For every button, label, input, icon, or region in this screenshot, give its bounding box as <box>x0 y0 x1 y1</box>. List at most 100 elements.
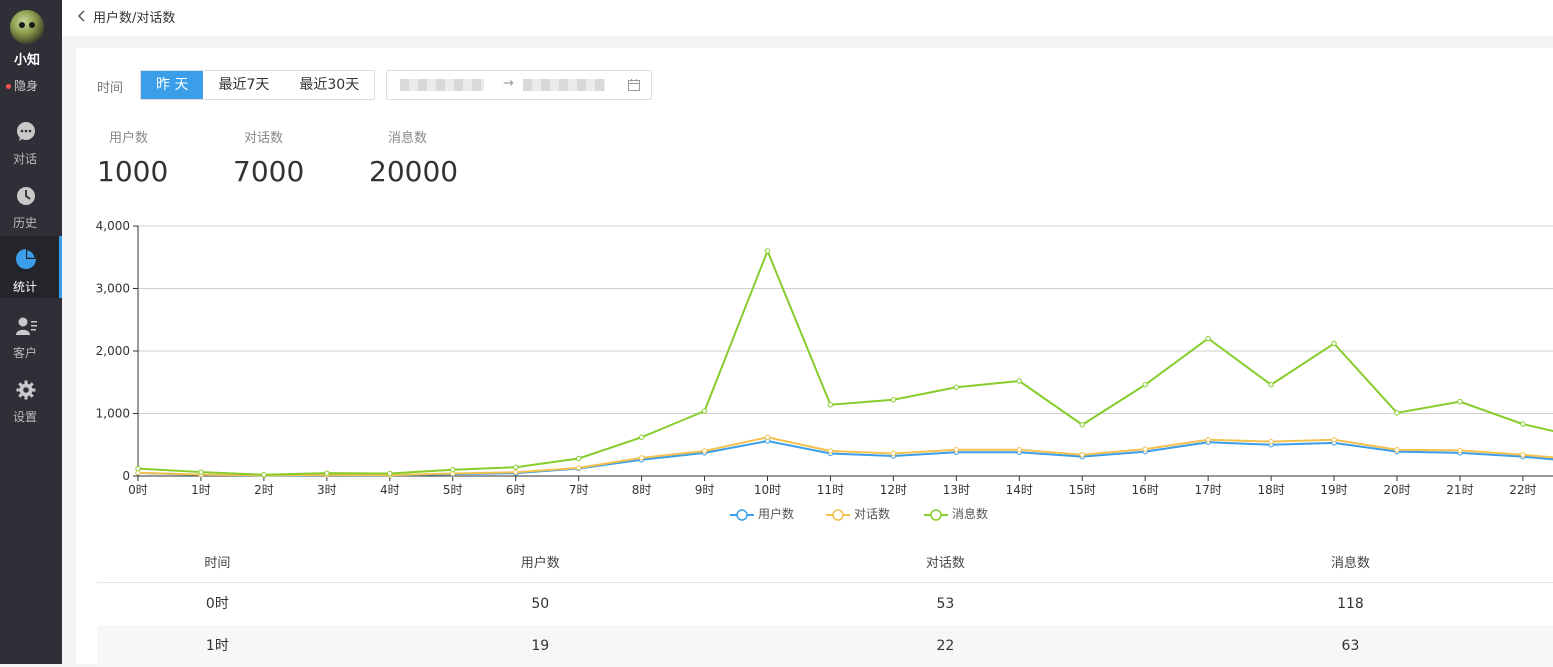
table-row: 1时 19 22 63 <box>97 625 1553 667</box>
data-point <box>1268 438 1274 445</box>
table-cell: 1时 <box>205 638 229 654</box>
sidebar-item-label: 设置 <box>12 410 37 424</box>
data-point <box>1457 398 1463 405</box>
x-tick-label: 14时 <box>1006 483 1033 497</box>
sidebar-item-settings[interactable]: 设置 <box>0 370 62 432</box>
x-tick-label: 17时 <box>1195 483 1222 497</box>
time-range-selector: 昨 天 最近7天 最近30天 <box>140 70 376 100</box>
breadcrumb: 用户数/对话数 <box>93 11 176 26</box>
legend-item[interactable]: 用户数 <box>730 505 794 522</box>
avatar[interactable] <box>10 10 44 44</box>
stat-value-users: 1000 <box>97 155 169 188</box>
clock-icon <box>17 187 35 205</box>
x-tick-label: 3时 <box>317 483 337 497</box>
x-tick-label: 5时 <box>443 483 463 497</box>
x-tick-label: 6时 <box>506 483 526 497</box>
column-header-users: 用户数 <box>520 556 560 571</box>
sidebar: 小知 隐身 对话 历史 统计 客户 设置 <box>0 0 62 664</box>
legend-swatch-icon <box>924 508 948 521</box>
legend-item[interactable]: 消息数 <box>924 505 988 522</box>
sidebar-item-chat[interactable]: 对话 <box>0 112 62 174</box>
y-tick-label: 4,000 <box>96 219 130 233</box>
line-chart: 0 1,000 2,000 3,000 4,000 0时 1时 2时 3时 4时 5时 6时 7时 8时 9… <box>96 219 1553 497</box>
column-header-time: 时间 <box>204 556 231 571</box>
data-point <box>513 469 519 475</box>
column-header-conversations: 对话数 <box>925 556 965 571</box>
sidebar-item-label: 对话 <box>12 152 37 166</box>
data-point <box>890 397 897 403</box>
series-line-0 <box>138 439 1553 477</box>
table-header: 时间 用户数 对话数 消息数 <box>97 546 1553 583</box>
sidebar-item-history[interactable]: 历史 <box>0 176 62 238</box>
table-cell: 63 <box>1341 638 1360 654</box>
top-bar: 用户数/对话数 <box>62 0 1553 36</box>
data-table: 时间 用户数 对话数 消息数 0时 50 53 118 1时 19 22 63 <box>97 546 1553 667</box>
x-tick-label: 0时 <box>128 483 148 497</box>
time-filter-label: 时间 <box>97 81 124 96</box>
data-point <box>324 470 330 476</box>
status-indicator[interactable]: 隐身 <box>6 77 38 94</box>
legend-label: 消息数 <box>952 507 989 521</box>
table-row: 0时 50 53 118 <box>97 583 1553 625</box>
sidebar-item-customers[interactable]: 客户 <box>0 306 62 368</box>
data-point <box>575 455 582 462</box>
legend-swatch-icon <box>826 508 850 521</box>
x-tick-label: 20时 <box>1383 483 1410 497</box>
y-tick-label: 1,000 <box>96 407 130 421</box>
data-point <box>638 455 645 461</box>
x-tick-label: 11时 <box>817 483 844 497</box>
table-cell: 53 <box>936 596 955 612</box>
customer-icon <box>16 317 37 335</box>
x-tick-label: 15时 <box>1069 483 1096 497</box>
status-dot-icon <box>6 84 11 89</box>
data-point <box>953 447 960 453</box>
calendar-icon[interactable] <box>627 78 641 92</box>
y-tick-label: 3,000 <box>96 282 130 296</box>
column-header-messages: 消息数 <box>1330 556 1370 571</box>
user-name: 小知 <box>13 53 40 68</box>
x-tick-label: 2时 <box>254 483 274 497</box>
range-option-30days[interactable]: 最近30天 <box>284 71 374 99</box>
data-point <box>1079 422 1085 428</box>
data-point <box>1142 446 1148 452</box>
table-cell: 0时 <box>205 596 229 612</box>
table-cell: 22 <box>936 638 955 654</box>
data-point <box>1457 447 1463 454</box>
data-point <box>450 467 456 473</box>
data-point <box>638 434 645 440</box>
x-tick-label: 19时 <box>1320 483 1347 497</box>
data-point <box>1520 452 1526 458</box>
x-tick-label: 8时 <box>632 483 652 497</box>
data-point <box>1331 340 1337 347</box>
data-point <box>1205 335 1211 342</box>
stat-label-conversations: 对话数 <box>244 131 284 146</box>
chevron-left-icon[interactable] <box>76 9 88 23</box>
legend-swatch-icon <box>730 508 754 521</box>
x-tick-label: 13时 <box>943 483 970 497</box>
data-point <box>1205 437 1211 443</box>
start-date-redacted <box>400 79 484 91</box>
x-tick-label: 4时 <box>380 483 400 497</box>
legend-item[interactable]: 对话数 <box>826 505 890 522</box>
data-point <box>1142 382 1148 388</box>
date-range-picker[interactable]: → <box>386 70 652 100</box>
range-option-7days[interactable]: 最近7天 <box>203 71 284 99</box>
data-point <box>1520 421 1526 427</box>
data-point <box>575 465 582 471</box>
data-point <box>764 248 771 254</box>
x-tick-label: 16时 <box>1132 483 1159 497</box>
data-point <box>1016 378 1022 384</box>
data-point <box>1394 410 1400 416</box>
sidebar-item-statistics[interactable]: 统计 <box>0 236 62 298</box>
data-point <box>764 434 771 440</box>
data-point <box>701 448 708 454</box>
data-point <box>827 448 834 454</box>
data-point <box>261 472 267 478</box>
data-point <box>701 408 708 414</box>
data-point <box>827 402 834 408</box>
end-date-redacted <box>523 79 605 91</box>
x-tick-label: 18时 <box>1257 483 1284 497</box>
data-point <box>1331 437 1337 443</box>
range-option-yesterday[interactable]: 昨 天 <box>141 71 204 99</box>
date-separator: → <box>503 76 514 91</box>
